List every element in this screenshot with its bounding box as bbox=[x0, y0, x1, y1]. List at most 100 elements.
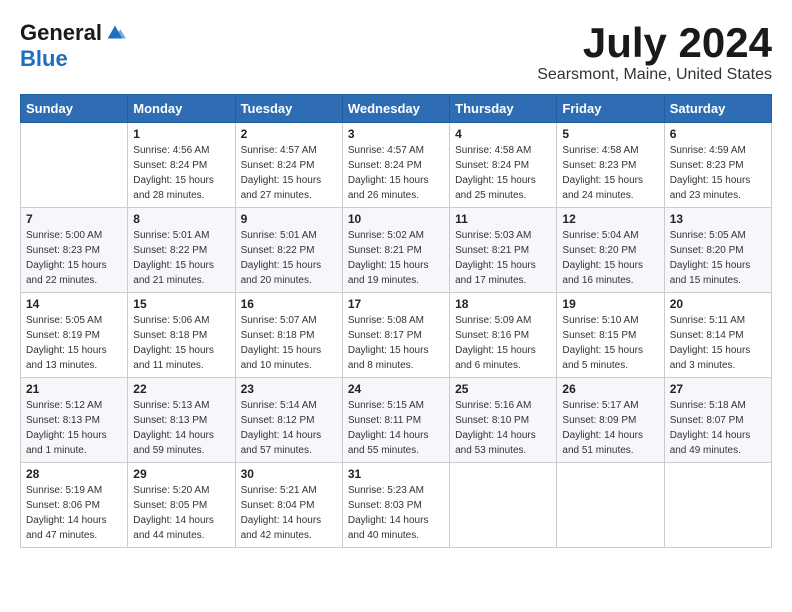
calendar-day-cell: 23 Sunrise: 5:14 AM Sunset: 8:12 PM Dayli… bbox=[235, 378, 342, 463]
day-number: 11 bbox=[455, 212, 551, 226]
calendar-day-cell bbox=[450, 463, 557, 548]
day-number: 31 bbox=[348, 467, 444, 481]
day-info: Sunrise: 5:16 AM Sunset: 8:10 PM Dayligh… bbox=[455, 398, 551, 458]
calendar-day-cell: 1 Sunrise: 4:56 AM Sunset: 8:24 PM Daylig… bbox=[128, 123, 235, 208]
calendar-day-cell bbox=[557, 463, 664, 548]
calendar-day-cell: 10 Sunrise: 5:02 AM Sunset: 8:21 PM Dayli… bbox=[342, 208, 449, 293]
calendar-day-cell bbox=[664, 463, 771, 548]
day-number: 15 bbox=[133, 297, 229, 311]
day-number: 30 bbox=[241, 467, 337, 481]
day-number: 1 bbox=[133, 127, 229, 141]
page-header: General Blue July 2024 Searsmont, Maine,… bbox=[20, 20, 772, 84]
title-block: July 2024 Searsmont, Maine, United State… bbox=[537, 20, 772, 84]
day-number: 14 bbox=[26, 297, 122, 311]
calendar-day-cell: 28 Sunrise: 5:19 AM Sunset: 8:06 PM Dayli… bbox=[21, 463, 128, 548]
day-number: 2 bbox=[241, 127, 337, 141]
day-info: Sunrise: 5:12 AM Sunset: 8:13 PM Dayligh… bbox=[26, 398, 122, 458]
day-number: 21 bbox=[26, 382, 122, 396]
calendar-day-cell: 11 Sunrise: 5:03 AM Sunset: 8:21 PM Dayli… bbox=[450, 208, 557, 293]
weekday-header-cell: Friday bbox=[557, 95, 664, 123]
weekday-header-cell: Tuesday bbox=[235, 95, 342, 123]
day-number: 26 bbox=[562, 382, 658, 396]
calendar-day-cell: 18 Sunrise: 5:09 AM Sunset: 8:16 PM Dayli… bbox=[450, 293, 557, 378]
calendar-day-cell: 6Sunrise: 4:59 AM Sunset: 8:23 PM Daylig… bbox=[664, 123, 771, 208]
weekday-header-cell: Thursday bbox=[450, 95, 557, 123]
calendar-day-cell: 27Sunrise: 5:18 AM Sunset: 8:07 PM Dayli… bbox=[664, 378, 771, 463]
day-info: Sunrise: 4:58 AM Sunset: 8:24 PM Dayligh… bbox=[455, 143, 551, 203]
day-info: Sunrise: 4:59 AM Sunset: 8:23 PM Dayligh… bbox=[670, 143, 766, 203]
day-number: 5 bbox=[562, 127, 658, 141]
calendar-day-cell: 8 Sunrise: 5:01 AM Sunset: 8:22 PM Daylig… bbox=[128, 208, 235, 293]
day-info: Sunrise: 5:00 AM Sunset: 8:23 PM Dayligh… bbox=[26, 228, 122, 288]
calendar-day-cell: 7 Sunrise: 5:00 AM Sunset: 8:23 PM Daylig… bbox=[21, 208, 128, 293]
day-info: Sunrise: 5:20 AM Sunset: 8:05 PM Dayligh… bbox=[133, 483, 229, 543]
calendar-day-cell: 5 Sunrise: 4:58 AM Sunset: 8:23 PM Daylig… bbox=[557, 123, 664, 208]
day-info: Sunrise: 4:58 AM Sunset: 8:23 PM Dayligh… bbox=[562, 143, 658, 203]
calendar-day-cell: 9Sunrise: 5:01 AM Sunset: 8:22 PM Daylig… bbox=[235, 208, 342, 293]
calendar-body: 1 Sunrise: 4:56 AM Sunset: 8:24 PM Daylig… bbox=[21, 123, 772, 548]
calendar-day-cell: 24 Sunrise: 5:15 AM Sunset: 8:11 PM Dayli… bbox=[342, 378, 449, 463]
day-info: Sunrise: 5:14 AM Sunset: 8:12 PM Dayligh… bbox=[241, 398, 337, 458]
calendar-day-cell: 22 Sunrise: 5:13 AM Sunset: 8:13 PM Dayli… bbox=[128, 378, 235, 463]
day-info: Sunrise: 5:17 AM Sunset: 8:09 PM Dayligh… bbox=[562, 398, 658, 458]
day-number: 17 bbox=[348, 297, 444, 311]
day-info: Sunrise: 5:11 AM Sunset: 8:14 PM Dayligh… bbox=[670, 313, 766, 373]
day-number: 27 bbox=[670, 382, 766, 396]
day-number: 22 bbox=[133, 382, 229, 396]
calendar-day-cell: 15 Sunrise: 5:06 AM Sunset: 8:18 PM Dayli… bbox=[128, 293, 235, 378]
day-info: Sunrise: 5:09 AM Sunset: 8:16 PM Dayligh… bbox=[455, 313, 551, 373]
calendar-day-cell: 2 Sunrise: 4:57 AM Sunset: 8:24 PM Daylig… bbox=[235, 123, 342, 208]
day-number: 18 bbox=[455, 297, 551, 311]
day-info: Sunrise: 4:57 AM Sunset: 8:24 PM Dayligh… bbox=[241, 143, 337, 203]
calendar-day-cell: 19Sunrise: 5:10 AM Sunset: 8:15 PM Dayli… bbox=[557, 293, 664, 378]
logo-general-text: General bbox=[20, 20, 102, 46]
day-number: 7 bbox=[26, 212, 122, 226]
calendar-day-cell: 29 Sunrise: 5:20 AM Sunset: 8:05 PM Dayli… bbox=[128, 463, 235, 548]
day-number: 4 bbox=[455, 127, 551, 141]
calendar-day-cell: 3Sunrise: 4:57 AM Sunset: 8:24 PM Daylig… bbox=[342, 123, 449, 208]
day-info: Sunrise: 5:04 AM Sunset: 8:20 PM Dayligh… bbox=[562, 228, 658, 288]
calendar-week-row: 21 Sunrise: 5:12 AM Sunset: 8:13 PM Dayli… bbox=[21, 378, 772, 463]
day-number: 8 bbox=[133, 212, 229, 226]
day-info: Sunrise: 5:01 AM Sunset: 8:22 PM Dayligh… bbox=[133, 228, 229, 288]
calendar-week-row: 7 Sunrise: 5:00 AM Sunset: 8:23 PM Daylig… bbox=[21, 208, 772, 293]
logo: General Blue bbox=[20, 20, 126, 72]
day-info: Sunrise: 4:56 AM Sunset: 8:24 PM Dayligh… bbox=[133, 143, 229, 203]
day-number: 10 bbox=[348, 212, 444, 226]
calendar-week-row: 1 Sunrise: 4:56 AM Sunset: 8:24 PM Daylig… bbox=[21, 123, 772, 208]
day-info: Sunrise: 5:21 AM Sunset: 8:04 PM Dayligh… bbox=[241, 483, 337, 543]
day-info: Sunrise: 5:03 AM Sunset: 8:21 PM Dayligh… bbox=[455, 228, 551, 288]
day-info: Sunrise: 5:02 AM Sunset: 8:21 PM Dayligh… bbox=[348, 228, 444, 288]
day-info: Sunrise: 5:10 AM Sunset: 8:15 PM Dayligh… bbox=[562, 313, 658, 373]
calendar-week-row: 14 Sunrise: 5:05 AM Sunset: 8:19 PM Dayli… bbox=[21, 293, 772, 378]
month-title: July 2024 bbox=[537, 20, 772, 66]
day-number: 13 bbox=[670, 212, 766, 226]
day-info: Sunrise: 5:15 AM Sunset: 8:11 PM Dayligh… bbox=[348, 398, 444, 458]
calendar-table: SundayMondayTuesdayWednesdayThursdayFrid… bbox=[20, 94, 772, 548]
calendar-day-cell: 31Sunrise: 5:23 AM Sunset: 8:03 PM Dayli… bbox=[342, 463, 449, 548]
calendar-day-cell: 14 Sunrise: 5:05 AM Sunset: 8:19 PM Dayli… bbox=[21, 293, 128, 378]
day-number: 20 bbox=[670, 297, 766, 311]
calendar-day-cell: 4 Sunrise: 4:58 AM Sunset: 8:24 PM Daylig… bbox=[450, 123, 557, 208]
calendar-day-cell bbox=[21, 123, 128, 208]
day-number: 23 bbox=[241, 382, 337, 396]
day-number: 28 bbox=[26, 467, 122, 481]
weekday-header-row: SundayMondayTuesdayWednesdayThursdayFrid… bbox=[21, 95, 772, 123]
calendar-day-cell: 17Sunrise: 5:08 AM Sunset: 8:17 PM Dayli… bbox=[342, 293, 449, 378]
day-info: Sunrise: 5:13 AM Sunset: 8:13 PM Dayligh… bbox=[133, 398, 229, 458]
day-number: 9 bbox=[241, 212, 337, 226]
day-number: 25 bbox=[455, 382, 551, 396]
calendar-week-row: 28 Sunrise: 5:19 AM Sunset: 8:06 PM Dayli… bbox=[21, 463, 772, 548]
calendar-day-cell: 13 Sunrise: 5:05 AM Sunset: 8:20 PM Dayli… bbox=[664, 208, 771, 293]
day-info: Sunrise: 5:05 AM Sunset: 8:20 PM Dayligh… bbox=[670, 228, 766, 288]
day-info: Sunrise: 5:19 AM Sunset: 8:06 PM Dayligh… bbox=[26, 483, 122, 543]
logo-icon bbox=[104, 22, 126, 44]
calendar-day-cell: 21 Sunrise: 5:12 AM Sunset: 8:13 PM Dayli… bbox=[21, 378, 128, 463]
day-info: Sunrise: 5:05 AM Sunset: 8:19 PM Dayligh… bbox=[26, 313, 122, 373]
day-info: Sunrise: 5:06 AM Sunset: 8:18 PM Dayligh… bbox=[133, 313, 229, 373]
calendar-day-cell: 25 Sunrise: 5:16 AM Sunset: 8:10 PM Dayli… bbox=[450, 378, 557, 463]
day-number: 29 bbox=[133, 467, 229, 481]
weekday-header-cell: Monday bbox=[128, 95, 235, 123]
weekday-header-cell: Wednesday bbox=[342, 95, 449, 123]
day-number: 24 bbox=[348, 382, 444, 396]
